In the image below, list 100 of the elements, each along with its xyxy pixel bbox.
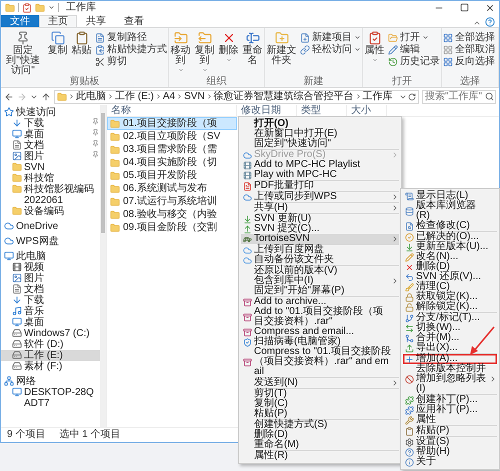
menu-item[interactable]: 复制(C) — [241, 399, 399, 409]
nav-item[interactable]: Windows7 (C:) — [1, 328, 100, 339]
file-row[interactable]: 06.系统测试与发布 — [107, 182, 237, 195]
menu-item[interactable]: 显示日志(L) — [403, 191, 497, 201]
menu-item[interactable]: Compress and email... — [241, 327, 399, 337]
menu-item[interactable]: 合并(M)... — [403, 333, 497, 343]
file-row[interactable]: 01.项目交接阶段（项 — [107, 117, 237, 130]
menu-item[interactable]: 创建补丁(P)... — [403, 395, 497, 405]
breadcrumb[interactable]: SVN — [184, 91, 205, 102]
nav-item[interactable]: 下载 — [1, 295, 100, 306]
menu-item[interactable]: 粘贴(P) — [403, 426, 497, 436]
ribbon-button[interactable]: 新建文件夹 — [266, 31, 297, 76]
menu-item[interactable]: SVN 更新(U) — [241, 214, 399, 224]
nav-item[interactable]: SVN — [1, 162, 100, 173]
menu-item[interactable]: 打开(O) — [241, 119, 399, 129]
menu-item[interactable]: 应用补丁(P)... — [403, 405, 497, 415]
nav-item[interactable]: 图片 — [1, 273, 100, 284]
file-row[interactable]: 02.项目立项阶段（SV — [107, 130, 237, 143]
menu-item[interactable]: Add to MPC-HC Playlist — [241, 160, 399, 170]
menu-item[interactable]: 包含到库中(I) — [241, 276, 399, 286]
file-row[interactable]: 05.项目开发阶段 — [107, 169, 237, 182]
ribbon-button[interactable]: 轻松访问 — [300, 44, 361, 55]
breadcrumb[interactable]: 工作 (E:) — [115, 91, 154, 102]
nav-item[interactable]: 设备编码 — [1, 206, 100, 217]
menu-item[interactable]: Add to "01.项目交接阶段（项目交接资料）.rar" — [241, 307, 399, 327]
nav-item[interactable]: 文档 — [1, 284, 100, 295]
menu-item[interactable]: 剪切(T) — [241, 389, 399, 399]
nav-item[interactable]: 图片 — [1, 151, 100, 162]
menu-item[interactable]: 固定到"快速访问" — [241, 139, 399, 149]
menu-item[interactable]: Compress to "01.项目交接阶段（项目交接资料）.rar" and email — [241, 347, 399, 377]
ribbon-button[interactable]: 反向选择 — [443, 56, 495, 67]
ribbon-button[interactable]: 编辑 — [388, 44, 440, 55]
ribbon-button[interactable]: 粘贴快捷方式 — [95, 44, 167, 55]
menu-item[interactable]: 分支/标记(T)... — [403, 313, 497, 323]
menu-item[interactable]: 在新窗口中打开(E) — [241, 129, 399, 139]
menu-item[interactable]: 上传到百度网盘 — [241, 245, 399, 255]
nav-item[interactable]: 文档 — [1, 140, 100, 151]
menu-item[interactable]: 清理(C) — [403, 282, 497, 292]
menu-item[interactable]: Add to archive... — [241, 297, 399, 307]
menu-item[interactable]: 帮助(H) — [403, 447, 497, 457]
ribbon-tab[interactable]: 文件 — [1, 15, 39, 27]
ribbon-tab[interactable]: 共享 — [77, 15, 115, 27]
menu-item[interactable]: 删除(D) — [241, 430, 399, 440]
ribbon-button[interactable]: 固定到"快速访问" — [2, 31, 44, 76]
menu-item[interactable]: SVN 提交(C)... — [241, 224, 399, 234]
nav-item[interactable]: 工作 (E:) — [1, 350, 100, 361]
menu-item[interactable]: 共享(H) — [241, 203, 399, 213]
nav-item[interactable]: 快速访问 — [1, 107, 100, 118]
ribbon-button[interactable]: 删除 — [218, 31, 239, 76]
menu-item[interactable]: 自动备份该文件夹 — [241, 255, 399, 265]
ribbon-tab[interactable]: 查看 — [115, 15, 153, 27]
ribbon-button[interactable]: 重命名 — [242, 31, 263, 76]
ribbon-button[interactable]: 历史记录 — [388, 56, 440, 67]
nav-item[interactable]: 科技馆 — [1, 173, 100, 184]
menu-item[interactable]: 重命名(M) — [241, 440, 399, 450]
menu-item[interactable]: 删除(D) — [403, 262, 497, 272]
ribbon-button[interactable]: 复制 — [47, 31, 68, 76]
nav-item[interactable]: 音乐 — [1, 306, 100, 317]
menu-item[interactable]: 检查修改(C) — [403, 221, 497, 231]
address-bar[interactable]: 此电脑 工作 (E:) A4 SVN 徐愈证券智慧建筑综合管控平台 工作库 — [54, 90, 419, 104]
ribbon-button[interactable]: 打开 — [388, 32, 440, 43]
nav-item[interactable]: 此电脑 — [1, 251, 100, 262]
file-row[interactable]: 04.项目实施阶段（切 — [107, 156, 237, 169]
nav-item[interactable]: WPS网盘 — [1, 236, 100, 247]
menu-item[interactable]: 更新至版本(U)... — [403, 242, 497, 252]
ribbon-button[interactable]: 全部取消 — [443, 44, 495, 55]
menu-item[interactable]: 扫描病毒(电脑管家) — [241, 337, 399, 347]
nav-item[interactable]: 科技馆影视编码2022061 — [1, 184, 100, 206]
nav-item[interactable]: OneDrive — [1, 221, 100, 232]
file-row[interactable]: 07.试运行与系统培训 — [107, 195, 237, 208]
menu-item[interactable]: 版本库浏览器(R) — [403, 201, 497, 221]
menu-item[interactable]: 获取锁定(K)... — [403, 292, 497, 302]
nav-item[interactable]: 桌面 — [1, 317, 100, 328]
ribbon-button[interactable]: 全部选择 — [443, 32, 495, 43]
column-header[interactable]: 名称 — [107, 105, 237, 116]
file-row[interactable]: 09.项目金阶段（交割 — [107, 221, 237, 234]
menu-item[interactable]: 还原以前的版本(V) — [241, 266, 399, 276]
nav-item[interactable]: 软件 (D:) — [1, 339, 100, 350]
menu-item[interactable]: 已解决的(O)... — [403, 232, 497, 242]
ribbon-button[interactable]: 复制到 — [194, 31, 215, 76]
menu-item[interactable]: Play with MPC-HC — [241, 170, 399, 180]
scrollbar[interactable] — [100, 105, 106, 427]
breadcrumb[interactable]: A4 — [162, 91, 176, 102]
menu-item[interactable]: 解除锁定(K)... — [403, 302, 497, 312]
menu-item[interactable]: 创建快捷方式(S) — [241, 420, 399, 430]
menu-item[interactable]: PDF批量打印 — [241, 181, 399, 191]
ribbon-button[interactable]: 属性 — [364, 31, 385, 76]
menu-item[interactable]: 属性 — [403, 415, 497, 425]
nav-item[interactable]: 桌面 — [1, 129, 100, 140]
menu-item[interactable]: 上传或同步到WPS — [241, 192, 399, 202]
ribbon-button[interactable]: 粘贴 — [71, 31, 92, 76]
ribbon-button[interactable]: 新建项目 — [300, 32, 361, 43]
menu-item[interactable]: 粘贴(P) — [241, 409, 399, 419]
menu-item[interactable]: 固定到"开始"屏幕(P) — [241, 286, 399, 296]
file-row[interactable]: 08.验收与移交（内验 — [107, 208, 237, 221]
menu-item[interactable]: 关于 — [403, 457, 497, 467]
ribbon-tab[interactable]: 主页 — [39, 15, 77, 27]
breadcrumb[interactable]: 工作库 — [362, 91, 393, 102]
menu-item[interactable]: 发送到(N) — [241, 378, 399, 388]
nav-item[interactable]: 网络 — [1, 376, 100, 387]
